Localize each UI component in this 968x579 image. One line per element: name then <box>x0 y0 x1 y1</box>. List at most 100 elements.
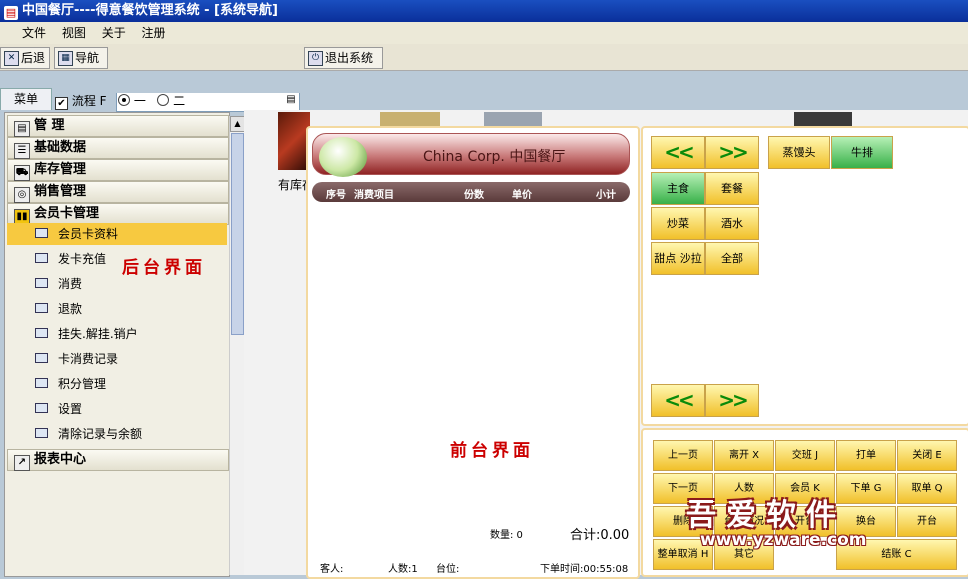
action-fetch[interactable]: 取单 Q <box>897 473 957 504</box>
sidebar-item-settings[interactable]: 设置 <box>7 398 227 420</box>
total-label: 合计:0.00 <box>570 528 630 543</box>
cat-staple-selected[interactable]: 主食 <box>651 172 705 205</box>
backend-annotation: 后台界面 <box>122 258 206 278</box>
cat-label: 库存管理 <box>34 162 87 177</box>
food-item-steamed-bun[interactable]: 蒸馒头 <box>768 136 830 169</box>
window-icon <box>35 403 48 413</box>
window-title: 中国餐厅----得意餐饮管理系统 - [系统导航] <box>22 3 278 18</box>
sidebar-cat-basic-data[interactable]: ☰ 基础数据 <box>7 137 229 159</box>
item-label: 清除记录与余额 <box>58 427 143 441</box>
food-next-page-button[interactable]: >> <box>705 384 759 417</box>
next-page-button[interactable]: >> <box>705 136 759 169</box>
food-panel: << >> 主食 主食 套餐 炒菜 酒水 甜点 沙拉 全部 蒸馒头 牛排 << … <box>641 126 968 426</box>
sidebar-item-loss-report[interactable]: 挂失.解挂.销户 <box>7 323 227 345</box>
window-icon <box>35 428 48 438</box>
cat-all-button[interactable]: 全部 <box>705 242 759 275</box>
sidebar-cat-member-card[interactable]: ▮▮ 会员卡管理 <box>7 203 229 225</box>
item-label: 积分管理 <box>58 377 107 391</box>
exit-label: 退出系统 <box>325 51 374 65</box>
radio-one[interactable] <box>118 94 130 106</box>
sidebar-item-points[interactable]: 积分管理 <box>7 373 227 395</box>
order-table-header: 序号 消费项目 份数 单价 小计 <box>312 182 630 202</box>
action-open-table-2[interactable]: 开台 <box>897 506 957 537</box>
radio-two[interactable] <box>157 94 170 106</box>
exit-button[interactable]: ⏻ 退出系统 <box>304 47 383 69</box>
action-leave[interactable]: 离开 X <box>714 440 774 471</box>
action-shift[interactable]: 交班 J <box>775 440 835 471</box>
window-icon <box>35 353 48 363</box>
item-label: 消费 <box>58 277 83 291</box>
title-bar: ▤ 中国餐厅----得意餐饮管理系统 - [系统导航] <box>0 0 968 22</box>
window-icon <box>35 328 48 338</box>
cat-label: 销售管理 <box>34 184 87 199</box>
list-icon: ☰ <box>14 143 30 159</box>
cat-label: 基础数据 <box>34 140 87 155</box>
item-label: 设置 <box>58 402 83 416</box>
menu-register[interactable]: 注册 <box>142 26 166 40</box>
action-print[interactable]: 打单 <box>836 440 896 471</box>
cat-label: 管 理 <box>34 118 65 133</box>
action-close[interactable]: 关闭 E <box>897 440 957 471</box>
menu-about[interactable]: 关于 <box>102 26 126 40</box>
back-button[interactable]: ✕ 后退 <box>0 47 50 69</box>
toolbar: ✕ 后退 ▦ 导航 ▤ ⏻ 退出系统 <box>0 44 968 112</box>
people-label: 人数:1 <box>388 564 418 575</box>
item-label: 会员卡资料 <box>58 227 119 241</box>
radio-one-label: 一 <box>133 94 146 108</box>
sidebar-cat-sales[interactable]: ◎ 销售管理 <box>7 181 229 203</box>
close-x-icon: ✕ <box>4 51 19 66</box>
window-icon <box>35 303 48 313</box>
food-prev-page-button[interactable]: << <box>651 384 705 417</box>
back-label: 后退 <box>21 51 46 65</box>
frontend-annotation: 前台界面 <box>450 441 534 461</box>
cart-icon: ⛟ <box>14 165 30 181</box>
quantity-label: 数量: 0 <box>490 530 523 541</box>
menu-file[interactable]: 文件 <box>22 26 46 40</box>
app-icon: ▤ <box>4 6 18 20</box>
col-portions: 份数 <box>464 190 484 201</box>
sidebar-item-card-records[interactable]: 卡消费记录 <box>7 348 227 370</box>
item-label: 挂失.解挂.销户 <box>58 327 138 341</box>
sidebar-cat-manage[interactable]: ▤ 管 理 <box>7 115 229 137</box>
radio-two-label: 二 <box>173 94 186 108</box>
cat-label: 会员卡管理 <box>34 206 100 221</box>
food-image-4 <box>794 112 852 126</box>
flow-options: ✔ 流程 F 一 二 <box>55 92 185 110</box>
sidebar-cat-inventory[interactable]: ⛟ 库存管理 <box>7 159 229 181</box>
cat-drinks-button[interactable]: 酒水 <box>705 207 759 240</box>
nav-label: 导航 <box>75 51 100 65</box>
coins-icon: ◎ <box>14 187 30 203</box>
sidebar-item-clear-records[interactable]: 清除记录与余额 <box>7 423 227 445</box>
menu-bar: 文件 视图 关于 注册 <box>0 22 968 44</box>
action-prev-page[interactable]: 上一页 <box>653 440 713 471</box>
nav-button[interactable]: ▦ 导航 <box>54 47 108 69</box>
prev-page-button[interactable]: << <box>651 136 705 169</box>
col-item: 消费项目 <box>354 190 394 201</box>
tab-menu[interactable]: 菜单 <box>0 88 52 110</box>
window-icon <box>35 378 48 388</box>
cat-stir-fry-button[interactable]: 炒菜 <box>651 207 705 240</box>
col-subtotal: 小计 <box>596 190 616 201</box>
front-panel: China Corp. 中国餐厅 序号 消费项目 份数 单价 小计 前台界面 数… <box>306 126 640 579</box>
flow-checkbox[interactable]: ✔ <box>55 97 68 110</box>
sidebar-item-card-info[interactable]: 会员卡资料 <box>7 223 227 245</box>
sidebar-scrollbar[interactable]: ▲ <box>229 116 245 575</box>
item-label: 卡消费记录 <box>58 352 119 366</box>
book-icon: ▤ <box>14 121 30 137</box>
sidebar-cat-reports[interactable]: ↗ 报表中心 <box>7 449 229 471</box>
power-icon: ⏻ <box>308 51 323 66</box>
cat-set-meal-button[interactable]: 套餐 <box>705 172 759 205</box>
tab-bar: 菜单 ✔ 流程 F 一 二 <box>0 88 968 110</box>
scroll-up-arrow-icon[interactable]: ▲ <box>230 116 245 132</box>
banner-text: China Corp. 中国餐厅 <box>423 149 566 165</box>
menu-view[interactable]: 视图 <box>62 26 86 40</box>
scroll-thumb[interactable] <box>231 133 244 335</box>
cat-dessert-button[interactable]: 甜点 沙拉 <box>651 242 705 275</box>
nav-icon: ▦ <box>58 51 73 66</box>
food-item-steak[interactable]: 牛排 <box>831 136 893 169</box>
item-label: 发卡充值 <box>58 252 107 266</box>
rice-bowl-icon <box>319 137 367 177</box>
sidebar-item-refund[interactable]: 退款 <box>7 298 227 320</box>
restaurant-banner: China Corp. 中国餐厅 <box>312 133 630 177</box>
watermark-url: www.yzware.com <box>700 530 867 550</box>
